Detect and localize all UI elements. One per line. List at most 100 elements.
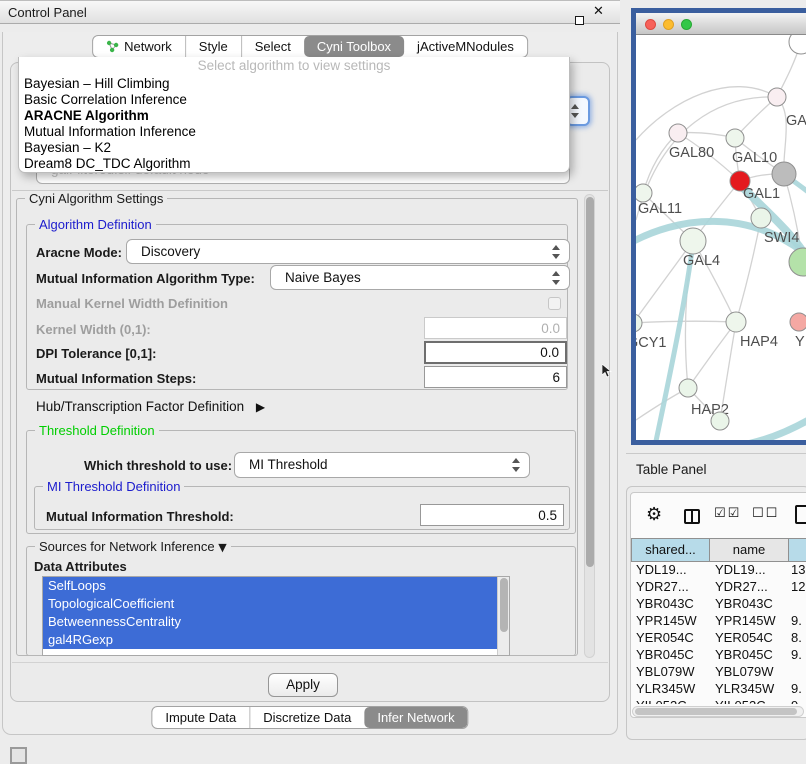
network-node-GAL10[interactable] bbox=[726, 129, 744, 147]
network-node-top-partial[interactable] bbox=[789, 35, 806, 54]
attribute-list-item[interactable]: BetweennessCentrality bbox=[43, 613, 509, 631]
manual-kernel-checkbox[interactable] bbox=[548, 297, 561, 310]
algorithm-option[interactable]: Bayesian – Hill Climbing bbox=[19, 76, 569, 92]
column-header-name[interactable]: name bbox=[709, 538, 789, 562]
network-edge[interactable] bbox=[688, 322, 736, 388]
close-traffic-light-icon[interactable] bbox=[645, 19, 656, 30]
table-cell: YPR145W bbox=[636, 613, 697, 628]
table-row[interactable]: YDR27...YDR27...12 bbox=[631, 579, 806, 596]
table-row[interactable]: YLR345WYLR345W9. bbox=[631, 681, 806, 698]
network-node-SWI4[interactable] bbox=[751, 208, 771, 228]
attribute-list-item[interactable]: SelfLoops bbox=[43, 577, 509, 595]
data-attributes-list[interactable]: SelfLoopsTopologicalCoefficientBetweenne… bbox=[42, 576, 510, 656]
tab-label: jActiveMNodules bbox=[417, 36, 514, 57]
network-edge[interactable] bbox=[636, 87, 777, 140]
mi-steps-field[interactable] bbox=[424, 366, 567, 388]
dropdown-items: Bayesian – Hill ClimbingBasic Correlatio… bbox=[19, 76, 569, 172]
combobox-stepper-icon bbox=[552, 245, 561, 259]
mi-threshold-label: Mutual Information Threshold: bbox=[46, 509, 234, 524]
which-threshold-combobox[interactable]: MI Threshold bbox=[234, 452, 530, 478]
table-row[interactable]: YER054CYER054C8. bbox=[631, 630, 806, 647]
split-columns-icon[interactable] bbox=[684, 509, 700, 524]
kernel-width-field[interactable] bbox=[424, 317, 567, 339]
network-node-label: SWI4 bbox=[764, 230, 799, 246]
list-scrollbar[interactable] bbox=[497, 577, 509, 655]
table-cell: YIL052C bbox=[636, 698, 687, 704]
scrollbar-thumb[interactable] bbox=[635, 708, 797, 715]
network-node-GAL11[interactable] bbox=[636, 184, 652, 202]
algorithm-option[interactable]: ARACNE Algorithm bbox=[19, 108, 569, 124]
tab-cyni-toolbox[interactable]: Cyni Toolbox bbox=[304, 36, 404, 57]
network-node-HAP4[interactable] bbox=[726, 312, 746, 332]
attribute-list-item[interactable]: TopologicalCoefficient bbox=[43, 595, 509, 613]
attribute-list-item[interactable]: gal4RGexp bbox=[43, 631, 509, 649]
network-node-GAL4[interactable] bbox=[680, 228, 706, 254]
network-node-GAL80[interactable] bbox=[669, 124, 687, 142]
table-hscrollbar[interactable] bbox=[632, 706, 804, 717]
column-header-shared[interactable]: shared... bbox=[631, 538, 710, 562]
network-node-label: GCY1 bbox=[636, 335, 667, 351]
network-edge[interactable] bbox=[736, 218, 761, 322]
table-row[interactable]: YBR045CYBR045C9. bbox=[631, 647, 806, 664]
tab-network[interactable]: Network bbox=[93, 36, 185, 57]
tab-infer-network[interactable]: Infer Network bbox=[364, 707, 467, 728]
network-node-label: HAP4 bbox=[740, 334, 778, 350]
file-icon[interactable] bbox=[795, 505, 806, 524]
control-panel-title: Control Panel bbox=[8, 1, 87, 24]
collapse-down-icon[interactable]: ▼ bbox=[218, 541, 226, 554]
scrollbar-thumb[interactable] bbox=[586, 197, 594, 567]
network-edge-highlighted[interactable] bbox=[742, 418, 806, 440]
tab-jactivemnodules[interactable]: jActiveMNodules bbox=[404, 36, 527, 57]
network-node-bottom-node[interactable] bbox=[711, 412, 729, 430]
tab-discretize-data[interactable]: Discretize Data bbox=[249, 707, 364, 728]
zoom-traffic-light-icon[interactable] bbox=[681, 19, 692, 30]
mi-steps-label: Mutual Information Steps: bbox=[36, 371, 196, 386]
network-node-GAL2[interactable] bbox=[768, 88, 786, 106]
column-header-partial[interactable] bbox=[788, 538, 806, 562]
algorithm-option[interactable]: Basic Correlation Inference bbox=[19, 92, 569, 108]
control-panel-tabs: Network Style Select Cyni Toolbox jActiv… bbox=[92, 35, 528, 58]
divider bbox=[626, 453, 806, 454]
table-cell: YER054C bbox=[715, 630, 773, 645]
settings-scrollbar[interactable] bbox=[584, 194, 595, 658]
network-view-window[interactable]: GALGAL80GAL10GAL1GAL11SWI4GAL4GCY1HAP4YH… bbox=[631, 8, 806, 445]
network-node-GCY1[interactable] bbox=[636, 314, 642, 332]
float-window-icon[interactable] bbox=[575, 16, 584, 25]
table-row[interactable]: YBL079WYBL079W bbox=[631, 664, 806, 681]
network-node-label: GAL1 bbox=[743, 186, 780, 202]
tab-select[interactable]: Select bbox=[241, 36, 304, 57]
table-row[interactable]: YIL052CYIL052C9 bbox=[631, 698, 806, 704]
network-node-gray-node[interactable] bbox=[772, 162, 796, 186]
table-row[interactable]: YBR043CYBR043C bbox=[631, 596, 806, 613]
tab-impute-data[interactable]: Impute Data bbox=[152, 707, 249, 728]
manual-kernel-label: Manual Kernel Width Definition bbox=[36, 296, 228, 311]
table-cell: 9. bbox=[791, 613, 802, 628]
checked-boxes-icon[interactable]: ☑☑ bbox=[714, 506, 741, 521]
tab-style[interactable]: Style bbox=[185, 36, 241, 57]
gear-icon[interactable]: ⚙ bbox=[646, 504, 662, 525]
unchecked-boxes-icon[interactable]: ☐☐ bbox=[752, 506, 779, 521]
node-table[interactable]: shared... name YDL19...YDL19...13YDR27..… bbox=[631, 538, 806, 704]
close-icon[interactable]: ✕ bbox=[593, 4, 604, 19]
table-row[interactable]: YDL19...YDL19...13 bbox=[631, 562, 806, 579]
dpi-tolerance-field[interactable] bbox=[424, 341, 567, 364]
algorithm-option[interactable]: Bayesian – K2 bbox=[19, 140, 569, 156]
network-node-HAP2[interactable] bbox=[679, 379, 697, 397]
table-cell: YBR043C bbox=[636, 596, 694, 611]
table-row[interactable]: YPR145WYPR145W9. bbox=[631, 613, 806, 630]
network-canvas[interactable]: GALGAL80GAL10GAL1GAL11SWI4GAL4GCY1HAP4YH… bbox=[636, 35, 806, 440]
apply-button[interactable]: Apply bbox=[268, 673, 338, 697]
algorithm-option[interactable]: Dream8 DC_TDC Algorithm bbox=[19, 156, 569, 172]
minimized-panel-icon[interactable] bbox=[10, 747, 27, 764]
network-node-green-right[interactable] bbox=[789, 248, 806, 276]
mi-threshold-field[interactable] bbox=[420, 504, 564, 526]
network-node-salmon-right[interactable] bbox=[790, 313, 806, 331]
hub-definition-expander[interactable]: Hub/Transcription Factor Definition ▶ bbox=[36, 399, 265, 414]
algorithm-option[interactable]: Mutual Information Inference bbox=[19, 124, 569, 140]
mi-type-combobox[interactable]: Naive Bayes bbox=[270, 265, 570, 290]
table-cell: YLR345W bbox=[636, 681, 695, 696]
aracne-mode-combobox[interactable]: Discovery bbox=[126, 239, 570, 264]
scrollbar-thumb[interactable] bbox=[500, 578, 508, 632]
network-window-titlebar[interactable] bbox=[636, 13, 806, 35]
minimize-traffic-light-icon[interactable] bbox=[663, 19, 674, 30]
